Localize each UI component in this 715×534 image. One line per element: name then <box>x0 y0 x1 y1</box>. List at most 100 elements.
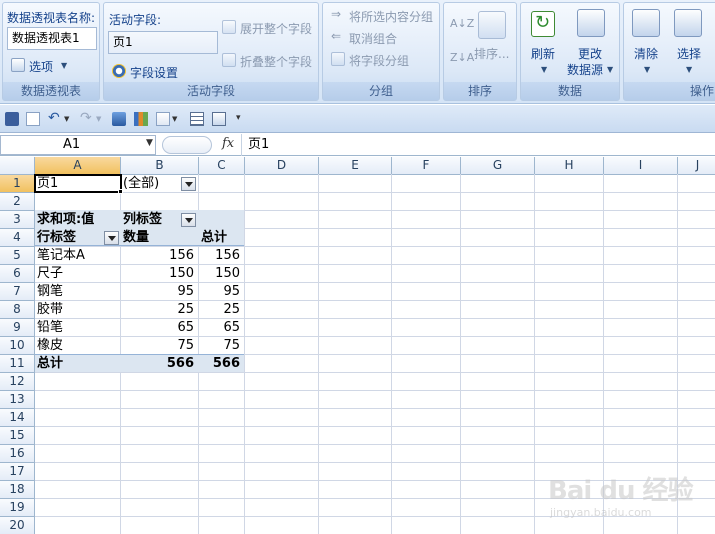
cell-c10[interactable]: 75 <box>201 337 244 355</box>
change-source-dropdown-icon[interactable]: ▼ <box>607 65 613 74</box>
column-header-g[interactable]: G <box>461 157 535 175</box>
cell-b9[interactable]: 65 <box>123 319 198 337</box>
row-header-18[interactable]: 18 <box>0 481 35 499</box>
cell-c7[interactable]: 95 <box>201 283 244 301</box>
cell-b11[interactable]: 566 <box>123 355 198 373</box>
row-header-19[interactable]: 19 <box>0 499 35 517</box>
cell-a3[interactable]: 求和项:值 <box>37 211 120 229</box>
undo-dropdown-icon[interactable]: ▼ <box>64 112 78 126</box>
cell-b10[interactable]: 75 <box>123 337 198 355</box>
select-all-corner[interactable] <box>0 157 35 175</box>
new-document-icon[interactable] <box>26 112 40 126</box>
name-box-dropdown-icon[interactable]: ▼ <box>146 138 153 148</box>
refresh-button[interactable]: 刷新 <box>531 45 555 62</box>
group-field-button[interactable]: 将字段分组 <box>349 52 409 69</box>
row-header-7[interactable]: 7 <box>0 283 35 301</box>
cell-c6[interactable]: 150 <box>201 265 244 283</box>
expand-field-button[interactable]: 展开整个字段 <box>240 20 312 37</box>
row-header-3[interactable]: 3 <box>0 211 35 229</box>
cell-a7[interactable]: 钢笔 <box>37 283 120 301</box>
cell-a6[interactable]: 尺子 <box>37 265 120 283</box>
sort-descending-icon[interactable]: Z↓A <box>450 51 474 64</box>
column-header-c[interactable]: C <box>199 157 245 175</box>
sort-button[interactable]: 排序... <box>474 45 509 62</box>
row-header-4[interactable]: 4 <box>0 229 35 247</box>
column-header-e[interactable]: E <box>319 157 392 175</box>
row-header-14[interactable]: 14 <box>0 409 35 427</box>
cell-b8[interactable]: 25 <box>123 301 198 319</box>
cell-c8[interactable]: 25 <box>201 301 244 319</box>
column-header-b[interactable]: B <box>121 157 199 175</box>
options-button[interactable]: 选项 <box>29 58 53 75</box>
insert-function-icon[interactable]: fx <box>222 136 234 151</box>
options-dropdown-icon[interactable]: ▼ <box>61 61 67 70</box>
cell-c11[interactable]: 566 <box>201 355 244 373</box>
cell-a9[interactable]: 铅笔 <box>37 319 120 337</box>
cell-c9[interactable]: 65 <box>201 319 244 337</box>
format-icon[interactable] <box>156 112 170 126</box>
name-box[interactable]: A1 <box>0 135 156 155</box>
cell-a11[interactable]: 总计 <box>37 355 120 373</box>
row-header-12[interactable]: 12 <box>0 373 35 391</box>
row-header-10[interactable]: 10 <box>0 337 35 355</box>
cell-c5[interactable]: 156 <box>201 247 244 265</box>
redo-icon[interactable]: ↷ <box>80 111 94 126</box>
customize-toolbar-icon[interactable]: ▾ <box>236 112 250 126</box>
data-group-label: 数据 <box>521 82 619 100</box>
row-header-2[interactable]: 2 <box>0 193 35 211</box>
fill-handle[interactable] <box>118 189 123 194</box>
select-dropdown-icon[interactable]: ▼ <box>686 65 692 74</box>
row-header-13[interactable]: 13 <box>0 391 35 409</box>
save-icon[interactable] <box>5 112 19 126</box>
connect-icon[interactable] <box>112 112 126 126</box>
format-dropdown-icon[interactable]: ▼ <box>172 112 186 126</box>
redo-dropdown-icon[interactable]: ▼ <box>96 112 110 126</box>
column-header-j[interactable]: J <box>678 157 715 175</box>
group-selection-button[interactable]: 将所选内容分组 <box>349 8 433 25</box>
cell-b6[interactable]: 150 <box>123 265 198 283</box>
column-header-i[interactable]: I <box>604 157 678 175</box>
clear-button[interactable]: 清除 <box>634 45 658 62</box>
change-source-button[interactable]: 数据源 <box>567 61 603 78</box>
collapse-field-button[interactable]: 折叠整个字段 <box>240 53 312 70</box>
column-header-h[interactable]: H <box>535 157 604 175</box>
field-settings-button[interactable]: 字段设置 <box>130 64 178 81</box>
cell-a5[interactable]: 笔记本A <box>37 247 120 265</box>
row-header-8[interactable]: 8 <box>0 301 35 319</box>
cell-a8[interactable]: 胶带 <box>37 301 120 319</box>
column-header-d[interactable]: D <box>245 157 319 175</box>
row-header-5[interactable]: 5 <box>0 247 35 265</box>
column-labels-dropdown-icon[interactable] <box>181 213 196 227</box>
pivot-name-input[interactable]: 数据透视表1 <box>7 27 97 50</box>
cell-b7[interactable]: 95 <box>123 283 198 301</box>
row-header-9[interactable]: 9 <box>0 319 35 337</box>
refresh-dropdown-icon[interactable]: ▼ <box>541 65 547 74</box>
column-header-a[interactable]: A <box>35 157 121 175</box>
undo-icon[interactable]: ↶ <box>48 111 62 126</box>
formula-bar-splitter[interactable] <box>162 136 212 154</box>
row-header-1[interactable]: 1 <box>0 175 35 193</box>
row-header-6[interactable]: 6 <box>0 265 35 283</box>
row-header-11[interactable]: 11 <box>0 355 35 373</box>
table-icon[interactable] <box>212 112 226 126</box>
ungroup-button[interactable]: 取消组合 <box>349 30 397 47</box>
row-labels-dropdown-icon[interactable] <box>104 231 119 245</box>
form-icon[interactable] <box>190 112 204 126</box>
select-button[interactable]: 选择 <box>677 45 701 62</box>
row-header-16[interactable]: 16 <box>0 445 35 463</box>
cell-b4[interactable]: 数量 <box>123 229 198 247</box>
row-header-15[interactable]: 15 <box>0 427 35 445</box>
chart-icon[interactable] <box>134 112 148 126</box>
row-header-17[interactable]: 17 <box>0 463 35 481</box>
row-header-20[interactable]: 20 <box>0 517 35 534</box>
change-source-label-1[interactable]: 更改 <box>578 45 602 62</box>
page-filter-dropdown-icon[interactable] <box>181 177 196 191</box>
clear-dropdown-icon[interactable]: ▼ <box>644 65 650 74</box>
active-field-input[interactable]: 页1 <box>108 31 218 54</box>
cell-c4[interactable]: 总计 <box>201 229 244 247</box>
formula-input[interactable]: 页1 <box>248 135 269 155</box>
sort-ascending-icon[interactable]: A↓Z <box>450 17 474 30</box>
cell-a10[interactable]: 橡皮 <box>37 337 120 355</box>
column-header-f[interactable]: F <box>392 157 461 175</box>
cell-b5[interactable]: 156 <box>123 247 198 265</box>
